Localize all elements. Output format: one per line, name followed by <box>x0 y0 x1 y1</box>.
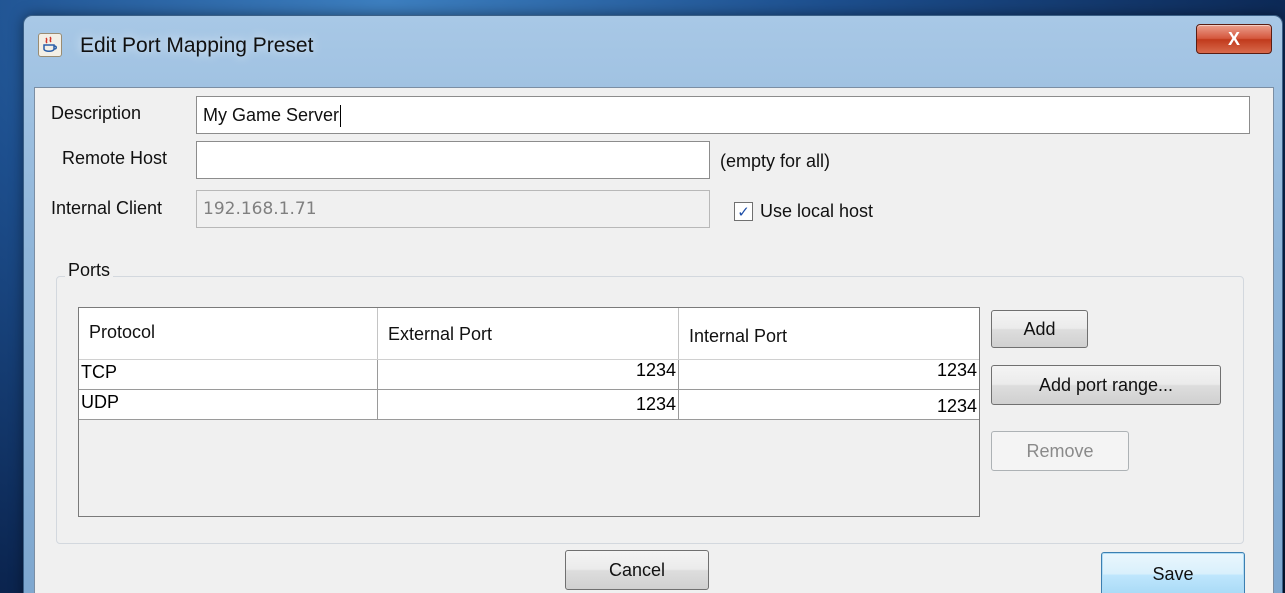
internal-client-field: 192.168.1.71 <box>196 190 710 228</box>
java-coffee-cup-icon <box>38 33 62 57</box>
remote-host-label: Remote Host <box>62 148 168 168</box>
ports-group-title: Ports <box>65 260 114 281</box>
description-field[interactable]: My Game Server <box>196 96 1250 134</box>
column-header-internal-port[interactable]: Internal Port <box>679 308 979 359</box>
cancel-button[interactable]: Cancel <box>565 550 709 590</box>
cell-protocol[interactable]: UDP <box>79 390 378 419</box>
remote-host-hint: (empty for all) <box>720 151 831 171</box>
text-caret <box>340 105 342 128</box>
add-port-range-button[interactable]: Add port range... <box>991 365 1221 405</box>
description-value: My Game Server <box>203 105 340 125</box>
cell-external-port[interactable]: 1234 <box>378 360 679 389</box>
close-icon: X <box>1227 28 1240 49</box>
ports-table[interactable]: Protocol External Port Internal Port TCP… <box>78 307 980 517</box>
title-bar[interactable]: Edit Port Mapping Preset X <box>24 16 1282 86</box>
close-button[interactable]: X <box>1196 24 1272 54</box>
column-header-external-port[interactable]: External Port <box>378 308 679 359</box>
internal-client-label: Internal Client <box>51 198 163 218</box>
save-button[interactable]: Save <box>1101 552 1245 593</box>
table-row[interactable]: UDP 1234 1234 <box>79 390 979 420</box>
cell-internal-port[interactable]: 1234 <box>679 360 979 389</box>
dialog-window: Edit Port Mapping Preset X Description M… <box>24 16 1282 593</box>
description-label: Description <box>51 103 142 123</box>
table-row[interactable]: TCP 1234 1234 <box>79 360 979 390</box>
table-header: Protocol External Port Internal Port <box>79 308 979 360</box>
cell-internal-port[interactable]: 1234 <box>679 390 979 419</box>
dialog-content: Description My Game Server Remote Host (… <box>34 87 1274 593</box>
column-header-protocol[interactable]: Protocol <box>79 308 378 359</box>
internal-client-value: 192.168.1.71 <box>203 199 317 219</box>
remote-host-field[interactable] <box>196 141 710 179</box>
remove-button: Remove <box>991 431 1129 471</box>
use-local-host-checkbox[interactable]: ✓ <box>734 202 753 221</box>
cell-protocol[interactable]: TCP <box>79 360 378 389</box>
use-local-host-label[interactable]: Use local host <box>760 201 873 222</box>
checkmark-icon: ✓ <box>737 203 750 221</box>
add-button[interactable]: Add <box>991 310 1088 348</box>
cell-external-port[interactable]: 1234 <box>378 390 679 419</box>
window-title: Edit Port Mapping Preset <box>80 34 314 57</box>
